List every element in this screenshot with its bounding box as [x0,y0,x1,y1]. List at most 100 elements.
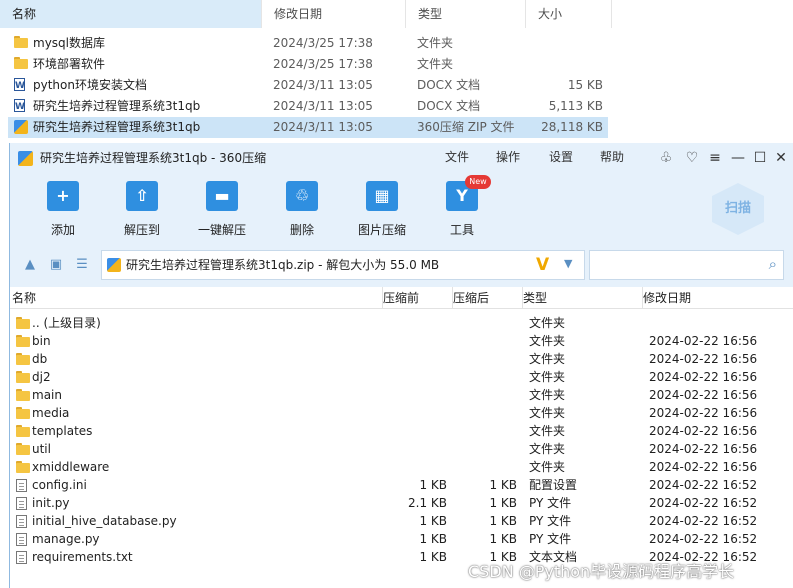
explorer-row-type: DOCX 文档 [417,99,481,113]
list-col-type[interactable]: 类型 [523,287,643,309]
address-field[interactable]: 研究生培养过程管理系统3t1qb.zip - 解包大小为 55.0 MB V ▼ [101,250,585,280]
one-click-extract-label: 一键解压 [197,223,246,237]
archive-row-compressed: 1 KB [419,550,447,564]
archive-row-name: .. (上级目录) [32,316,101,330]
archive-row[interactable]: util 文件夹 2024-02-22 16:56 [10,440,793,458]
address-text: 研究生培养过程管理系统3t1qb.zip - 解包大小为 55.0 MB [126,258,440,272]
v-badge-icon[interactable]: V [536,255,549,275]
image-compress-button[interactable]: ▦ 图片压缩 [347,181,417,238]
main-menu-icon[interactable]: ≡ [704,147,726,169]
title-bar: 研究生培养过程管理系统3t1qb - 360压缩 文件 操作 设置 帮助 ♧ ♡… [10,143,793,173]
archive-row-uncompressed: 1 KB [489,532,517,546]
zip-archive-icon [14,120,28,134]
menu-settings[interactable]: 设置 [549,143,573,171]
menu-file[interactable]: 文件 [445,143,469,171]
archive-row-compressed: 1 KB [419,478,447,492]
archive-row-type: 文件夹 [529,388,566,402]
explorer-row-name: 研究生培养过程管理系统3t1qb [33,120,201,134]
explorer-row-type: DOCX 文档 [417,78,481,92]
explorer-column-header: 名称 ^ 修改日期 类型 大小 [0,0,793,28]
up-arrow-icon[interactable]: ▲ [22,257,38,273]
archive-row[interactable]: db 文件夹 2024-02-22 16:56 [10,350,793,368]
archive-row-date: 2024-02-22 16:56 [649,424,758,438]
archive-row-date: 2024-02-22 16:56 [649,334,758,348]
archive-row[interactable]: xmiddleware 文件夹 2024-02-22 16:56 [10,458,793,476]
archive-row[interactable]: manage.py 1 KB 1 KB PY 文件 2024-02-22 16:52 [10,530,793,548]
menu-help[interactable]: 帮助 [600,143,624,171]
archive-row-name: bin [32,334,51,348]
explorer-col-type[interactable]: 类型 [406,0,526,28]
address-dropdown-icon[interactable]: ▼ [564,257,572,270]
search-icon[interactable]: ⌕ [769,255,777,273]
new-badge: New [465,175,491,189]
folder-icon [16,443,30,455]
archive-row-name: media [32,406,70,420]
maximize-button[interactable]: ☐ [749,147,771,169]
delete-label: 删除 [289,223,314,237]
archive-row[interactable]: config.ini 1 KB 1 KB 配置设置 2024-02-22 16:52 [10,476,793,494]
archive-row-date: 2024-02-22 16:52 [649,496,758,510]
archive-row-date: 2024-02-22 16:56 [649,460,758,474]
archive-row-date: 2024-02-22 16:56 [649,388,758,402]
folder-icon [14,57,28,69]
close-button[interactable]: ✕ [770,147,792,169]
trash-icon: ♲ [286,181,318,211]
explorer-row-name: 环境部署软件 [33,57,106,71]
archive-row-name: main [32,388,62,402]
thumbnail-view-icon[interactable]: ▣ [48,257,64,273]
list-view-icon[interactable]: ☰ [74,257,90,273]
archive-row[interactable]: dj2 文件夹 2024-02-22 16:56 [10,368,793,386]
list-col-date[interactable]: 修改日期 [643,287,783,309]
explorer-row[interactable]: 研究生培养过程管理系统3t1qb 2024/3/11 13:05 360压缩 ZIP… [8,117,608,138]
menu-operation[interactable]: 操作 [496,143,520,171]
archive-row[interactable]: media 文件夹 2024-02-22 16:56 [10,404,793,422]
archive-row[interactable]: init.py 2.1 KB 1 KB PY 文件 2024-02-22 16:52 [10,494,793,512]
search-field[interactable]: ⌕ [589,250,784,280]
list-col-name[interactable]: 名称 [12,287,383,309]
archive-row[interactable]: initial_hive_database.py 1 KB 1 KB PY 文件 202… [10,512,793,530]
folder-icon [16,335,30,347]
one-click-extract-button[interactable]: ▬ 一键解压 [187,181,257,238]
archive-row[interactable]: templates 文件夹 2024-02-22 16:56 [10,422,793,440]
explorer-col-date[interactable]: 修改日期 [262,0,406,28]
explorer-row[interactable]: mysql数据库 2024/3/25 17:38 文件夹 [8,33,608,54]
archive-row-uncompressed: 1 KB [489,496,517,510]
file-icon [16,533,27,546]
archive-row-name: requirements.txt [32,550,133,564]
sort-up-icon: ^ [130,0,138,5]
explorer-row[interactable]: 研究生培养过程管理系统3t1qb 2024/3/11 13:05 DOCX 文档 5,… [8,96,608,118]
list-col-compressed[interactable]: 压缩前 [383,287,453,309]
zip-icon [107,258,121,272]
tools-button[interactable]: Y 工具 [427,181,497,238]
archive-row[interactable]: bin 文件夹 2024-02-22 16:56 [10,332,793,350]
explorer-row-name: 研究生培养过程管理系统3t1qb [33,99,201,113]
archive-row-uncompressed: 1 KB [489,514,517,528]
explorer-row-type: 360压缩 ZIP 文件 [417,120,515,134]
explorer-row-type: 文件夹 [417,36,454,50]
archive-row-type: 文件夹 [529,334,566,348]
archive-row-name: db [32,352,48,366]
archive-row-date: 2024-02-22 16:56 [649,352,758,366]
archive-row-type: 配置设置 [529,478,578,492]
explorer-row-date: 2024/3/25 17:38 [273,57,373,71]
folder-icon [16,353,30,365]
archive-row[interactable]: .. (上级目录) 文件夹 [10,314,793,332]
minimize-button[interactable]: — [727,147,749,169]
feedback-icon[interactable]: ♡ [681,147,703,169]
add-button[interactable]: + 添加 [28,181,98,238]
explorer-col-size[interactable]: 大小 [526,0,612,28]
explorer-row-name: mysql数据库 [33,36,105,50]
explorer-row[interactable]: 环境部署软件 2024/3/25 17:38 文件夹 [8,54,608,75]
explorer-row[interactable]: python环境安装文档 2024/3/11 13:05 DOCX 文档 15 KB [8,75,608,97]
list-col-uncompressed[interactable]: 压缩后 [453,287,523,309]
explorer-col-name[interactable]: 名称 ^ [0,0,262,28]
one-click-extract-icon: ▬ [206,181,238,211]
archive-row-date: 2024-02-22 16:56 [649,370,758,384]
skin-icon[interactable]: ♧ [655,147,677,169]
archive-row[interactable]: main 文件夹 2024-02-22 16:56 [10,386,793,404]
delete-button[interactable]: ♲ 删除 [267,181,337,238]
archive-row-type: 文件夹 [529,442,566,456]
file-icon [16,515,27,528]
toolbar: + 添加 ⇧ 解压到 ▬ 一键解压 ♲ 删除 ▦ 图片压缩 Y 工具 [10,173,793,243]
extract-to-button[interactable]: ⇧ 解压到 [107,181,177,238]
